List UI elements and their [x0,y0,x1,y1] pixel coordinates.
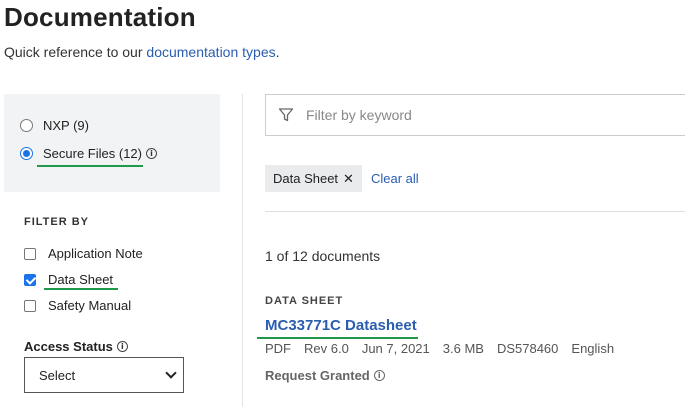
checkbox-safety-manual[interactable] [24,299,36,312]
doc-meta: PDF Rev 6.0 Jun 7, 2021 3.6 MB DS578460 … [265,341,627,356]
doc-revision: Rev 6.0 [304,341,349,356]
active-filter-chip[interactable]: Data Sheet ✕ [265,165,362,192]
radio-nxp[interactable] [20,119,33,132]
subtitle-prefix: Quick reference to our [4,44,147,60]
checkbox-data-sheet[interactable] [24,273,36,286]
radio-option-nxp[interactable]: NXP (9) [20,118,89,133]
info-icon[interactable]: i [373,370,385,381]
access-status-selected: Select [39,367,76,383]
filter-by-heading: FILTER BY [24,216,90,228]
doc-id: DS578460 [496,341,559,356]
highlight-underline [44,288,118,290]
column-divider [242,94,243,407]
info-icon[interactable]: i [145,148,157,159]
subtitle-suffix: . [275,44,280,60]
radio-option-secure-files[interactable]: Secure Files (12) i [20,146,157,161]
radio-label-nxp: NXP (9) [43,118,89,133]
chip-label: Data Sheet [273,171,339,186]
doc-access-status: Request Granted i [265,368,385,383]
radio-secure-files[interactable] [20,147,33,160]
results-count: 1 of 12 documents [265,248,381,264]
filter-label-data-sheet: Data Sheet [48,272,114,287]
checkbox-application-note[interactable] [24,247,36,260]
chevron-down-icon [165,367,177,379]
info-icon[interactable]: i [116,341,128,352]
doc-language: English [571,341,615,356]
keyword-filter-input[interactable] [306,107,606,123]
doc-title-link[interactable]: MC33771C Datasheet [265,317,417,334]
filter-option-data-sheet[interactable]: Data Sheet [24,272,113,287]
filter-option-safety-manual[interactable]: Safety Manual [24,298,131,313]
filter-option-application-note[interactable]: Application Note [24,246,143,261]
clear-all-link[interactable]: Clear all [371,171,419,186]
doc-date: Jun 7, 2021 [361,341,430,356]
highlight-underline [257,337,418,339]
page-title: Documentation [4,2,196,32]
radio-label-secure-files: Secure Files (12) [43,146,142,161]
doc-size: 3.6 MB [442,341,484,356]
filter-label-safety-manual: Safety Manual [48,298,132,313]
filter-icon [278,108,294,122]
doc-format: PDF [265,341,291,356]
page-subtitle: Quick reference to our documentation typ… [4,44,280,60]
access-status-label: Access Status i [24,339,128,354]
results-divider [265,211,685,212]
access-status-select[interactable]: Select [24,357,184,393]
source-selector-panel [4,94,220,192]
access-status-text: Access Status [24,339,113,354]
highlight-underline [37,165,143,167]
filter-label-application-note: Application Note [48,246,143,261]
doc-status-text: Request Granted [265,368,370,383]
keyword-filter[interactable] [265,94,685,136]
close-icon[interactable]: ✕ [343,171,354,187]
doc-type-label: DATA SHEET [265,295,344,307]
documentation-types-link[interactable]: documentation types [146,44,275,60]
